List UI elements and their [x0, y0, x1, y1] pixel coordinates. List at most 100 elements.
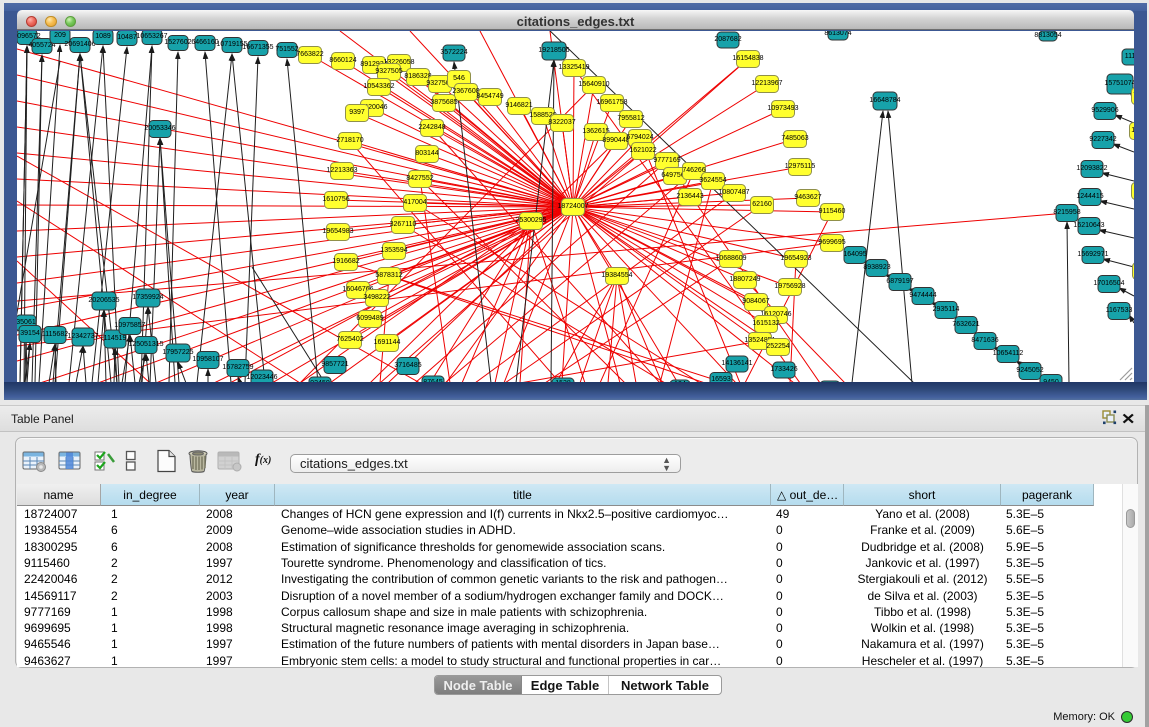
svg-text:1527602: 1527602: [164, 39, 191, 46]
svg-text:6099489: 6099489: [356, 315, 383, 322]
svg-text:9474444: 9474444: [909, 292, 936, 299]
svg-text:16593: 16593: [711, 376, 731, 383]
svg-text:3624554: 3624554: [699, 177, 726, 184]
svg-text:164095: 164095: [843, 251, 866, 258]
svg-text:12093822: 12093822: [1076, 165, 1107, 172]
svg-text:20053346: 20053346: [144, 125, 175, 132]
svg-text:3875685: 3875685: [430, 99, 457, 106]
svg-text:39154: 39154: [20, 330, 40, 337]
svg-text:9857721: 9857721: [321, 361, 348, 368]
svg-text:6466160: 6466160: [191, 39, 218, 46]
svg-text:104: 104: [674, 381, 686, 383]
svg-text:87645: 87645: [423, 379, 443, 383]
svg-text:18724007: 18724007: [557, 203, 588, 210]
svg-text:1916682: 1916682: [332, 258, 359, 265]
svg-text:12342737: 12342737: [67, 333, 98, 340]
svg-text:12213967: 12213967: [751, 80, 782, 87]
svg-text:10487: 10487: [117, 34, 137, 41]
svg-text:1621022: 1621022: [629, 147, 656, 154]
svg-text:1244415: 1244415: [1076, 193, 1103, 200]
svg-text:2718170: 2718170: [336, 137, 363, 144]
svg-text:209: 209: [54, 32, 66, 39]
svg-text:9245052: 9245052: [1016, 367, 1043, 374]
svg-text:125051315: 125051315: [128, 341, 163, 348]
svg-text:17016504: 17016504: [1093, 280, 1124, 287]
svg-text:10543362: 10543362: [363, 83, 394, 90]
svg-text:3498222: 3498222: [363, 294, 390, 301]
svg-text:16671355: 16671355: [242, 44, 273, 51]
svg-text:252254: 252254: [766, 343, 789, 350]
svg-text:5878312: 5878312: [375, 272, 402, 279]
svg-text:8938923: 8938923: [863, 264, 890, 271]
svg-text:25300295: 25300295: [515, 217, 546, 224]
svg-text:9146821: 9146821: [505, 102, 532, 109]
svg-text:9463627: 9463627: [794, 194, 821, 201]
svg-text:114519: 114519: [104, 335, 127, 342]
svg-text:18807249: 18807249: [729, 276, 760, 283]
svg-text:7632621: 7632621: [952, 321, 979, 328]
svg-text:1353594: 1353594: [380, 247, 407, 254]
svg-text:12975115: 12975115: [785, 163, 816, 170]
svg-text:19654983: 19654983: [322, 228, 353, 235]
svg-text:1733426: 1733426: [770, 366, 797, 373]
svg-text:15640910: 15640910: [578, 81, 609, 88]
svg-text:20691406: 20691406: [64, 41, 95, 48]
svg-text:8613074: 8613074: [824, 31, 851, 37]
svg-text:8813054: 8813054: [1034, 32, 1061, 39]
svg-text:8454749: 8454749: [476, 93, 503, 100]
svg-text:14136141: 14136141: [721, 360, 752, 367]
svg-text:9397: 9397: [349, 109, 365, 116]
svg-text:9450: 9450: [1043, 379, 1059, 383]
svg-text:3267110: 3267110: [390, 221, 417, 228]
svg-text:3572224: 3572224: [440, 49, 467, 56]
svg-text:2087682: 2087682: [714, 36, 741, 43]
svg-text:751552: 751552: [275, 46, 298, 53]
svg-text:8186328: 8186328: [404, 73, 431, 80]
svg-text:8322037: 8322037: [548, 119, 575, 126]
svg-text:746266: 746266: [682, 167, 705, 174]
svg-text:16961758: 16961758: [596, 99, 627, 106]
svg-text:7485063: 7485063: [781, 135, 808, 142]
svg-text:9777169: 9777169: [653, 157, 680, 164]
svg-text:17359924: 17359924: [132, 294, 163, 301]
svg-text:8471636: 8471636: [971, 337, 998, 344]
svg-text:92450: 92450: [310, 380, 330, 383]
svg-text:19384554: 19384554: [601, 272, 632, 279]
svg-text:15692971: 15692971: [1077, 251, 1108, 258]
svg-text:9084067: 9084067: [742, 298, 769, 305]
svg-text:8215958: 8215958: [1053, 209, 1080, 216]
svg-text:20206535: 20206535: [88, 297, 119, 304]
svg-text:1538: 1538: [555, 380, 571, 383]
svg-text:10958107: 10958107: [192, 356, 223, 363]
svg-text:74850: 74850: [1133, 92, 1134, 99]
svg-text:13325419: 13325419: [558, 64, 589, 71]
svg-text:17957225: 17957225: [162, 349, 193, 356]
svg-text:6794024: 6794024: [626, 134, 653, 141]
svg-text:417004: 417004: [403, 199, 426, 206]
svg-text:9115460: 9115460: [819, 208, 846, 215]
svg-text:803144: 803144: [415, 150, 438, 157]
svg-text:2935114: 2935114: [933, 306, 960, 313]
svg-text:19218506: 19218506: [538, 47, 569, 54]
svg-text:15751074: 15751074: [1104, 80, 1134, 87]
svg-text:1691144: 1691144: [374, 339, 401, 346]
svg-text:1615132: 1615132: [752, 320, 779, 327]
svg-text:19654923: 19654923: [780, 255, 811, 262]
svg-text:9529906: 9529906: [1091, 107, 1118, 114]
svg-text:7955812: 7955812: [617, 115, 644, 122]
svg-text:1610756: 1610756: [322, 196, 349, 203]
svg-text:19756928: 19756928: [774, 283, 805, 290]
svg-text:10973493: 10973493: [767, 105, 798, 112]
svg-text:35061: 35061: [17, 319, 36, 326]
svg-text:10688609: 10688609: [715, 255, 746, 262]
svg-text:8427552: 8427552: [406, 175, 433, 182]
svg-text:9227342: 9227342: [1089, 136, 1116, 143]
svg-text:1115682: 1115682: [42, 331, 68, 338]
svg-text:92450: 92450: [820, 382, 840, 383]
svg-text:7663822: 7663822: [296, 51, 323, 58]
svg-text:9327505: 9327505: [375, 68, 402, 75]
svg-text:2242848: 2242848: [418, 124, 445, 131]
svg-text:12023446: 12023446: [246, 374, 277, 381]
svg-text:1167533: 1167533: [1106, 307, 1133, 314]
svg-text:16154838: 16154838: [732, 55, 763, 62]
